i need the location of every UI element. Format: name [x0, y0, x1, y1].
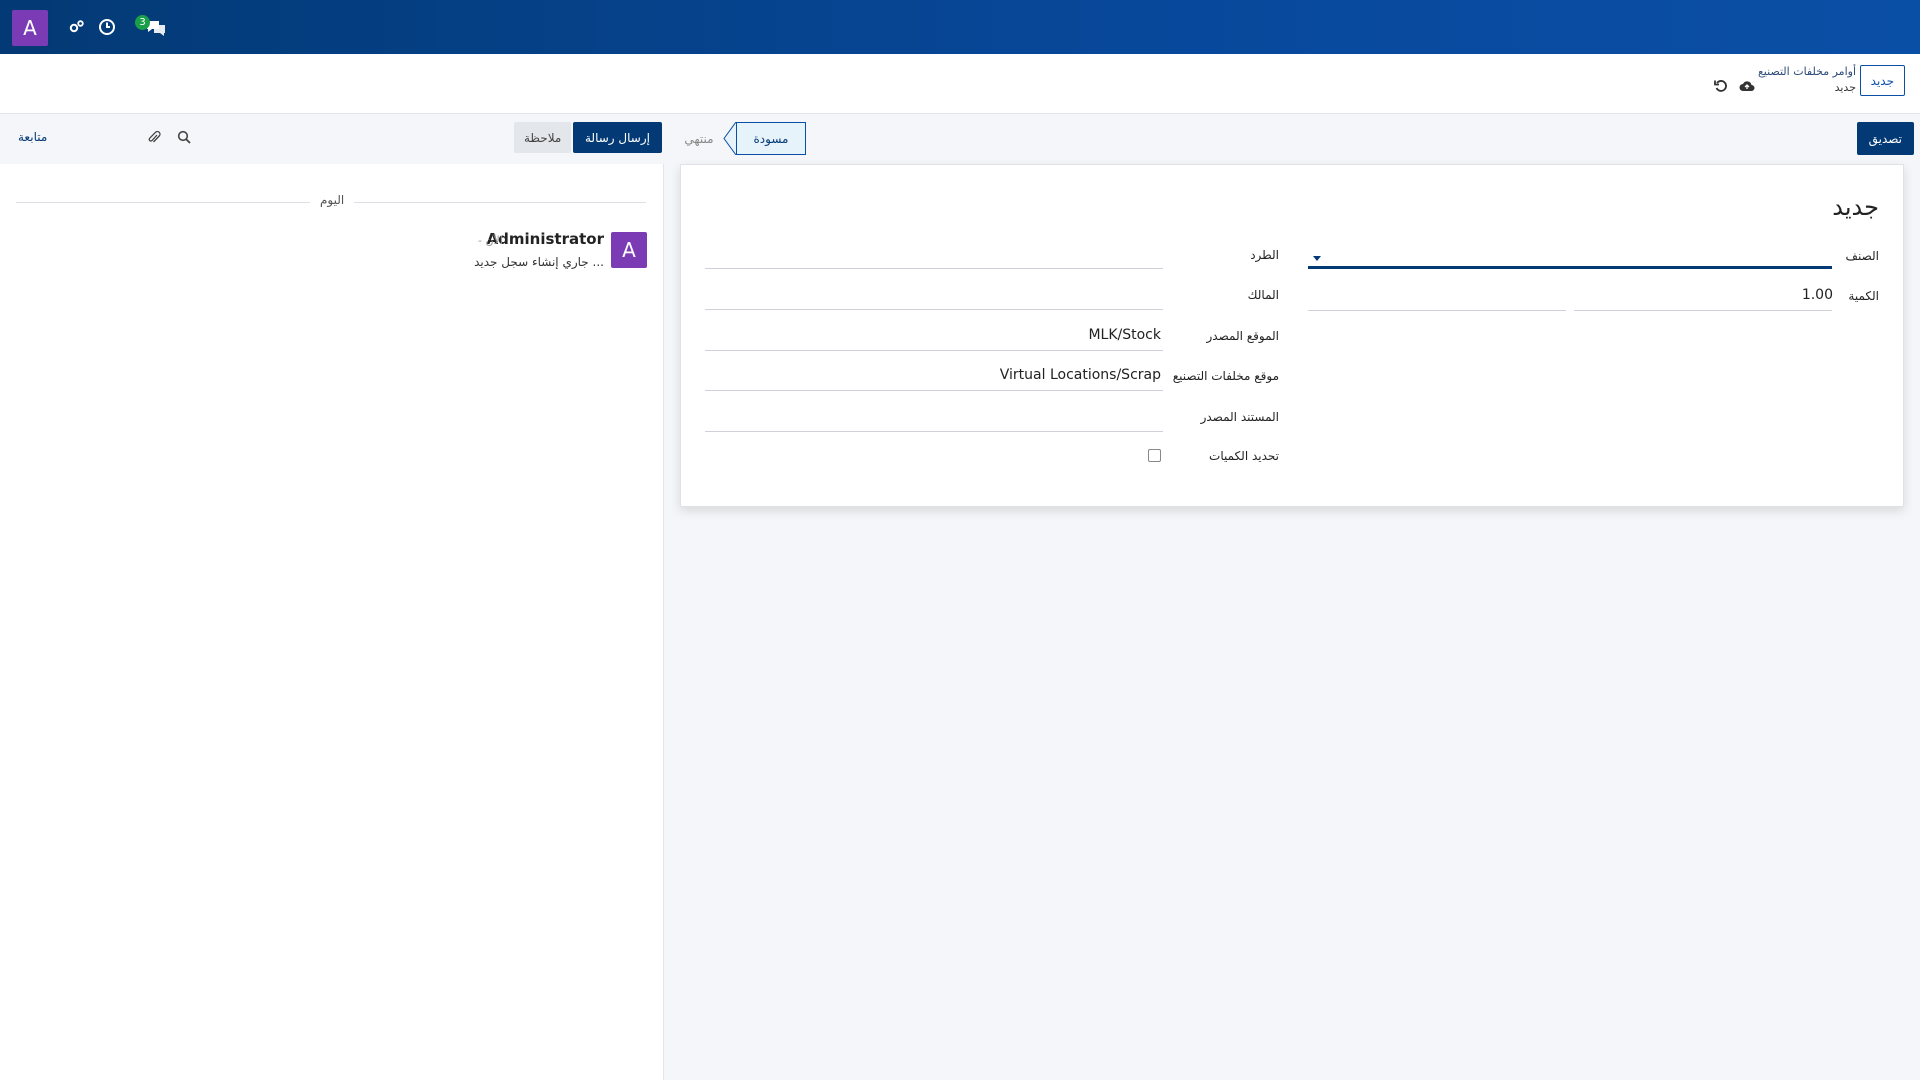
chatter-topbar: إرسال رسالة ملاحظة متابعة	[0, 114, 664, 164]
scrap-location-input[interactable]: Virtual Locations/Scrap	[1000, 367, 1161, 383]
chatter-panel: إرسال رسالة ملاحظة متابعة اليوم A Admini…	[0, 114, 664, 1080]
chevron-down-icon[interactable]	[1313, 256, 1321, 261]
confirm-button[interactable]: تصديق	[1856, 122, 1914, 155]
product-field[interactable]	[1308, 266, 1832, 269]
package-label: الطرد	[1250, 248, 1279, 262]
follow-button[interactable]: متابعة	[18, 130, 47, 144]
clock-icon[interactable]	[96, 16, 118, 38]
owner-field[interactable]	[705, 309, 1163, 310]
day-separator-label: اليوم	[310, 193, 355, 207]
scrap-location-line	[705, 390, 1163, 391]
control-panel: جديد أوامر مخلفات التصنيع جديد	[0, 54, 1920, 114]
owner-label: المالك	[1247, 288, 1279, 302]
quantity-field-line	[1574, 310, 1832, 311]
source-document-label: المستند المصدر	[1200, 410, 1279, 424]
new-button[interactable]: جديد	[1859, 65, 1905, 96]
product-label: الصنف	[1845, 249, 1879, 263]
send-message-button[interactable]: إرسال رسالة	[573, 122, 662, 153]
message-body: جاري إنشاء سجل جديد ...	[474, 255, 604, 269]
breadcrumb-current: جديد	[1834, 81, 1856, 94]
user-avatar[interactable]: A	[12, 10, 48, 46]
stage-draft[interactable]: مسودة	[736, 122, 806, 155]
set-quantities-label: تحديد الكميات	[1209, 449, 1279, 463]
quantity-label: الكمية	[1848, 289, 1879, 303]
status-bar: تصديق منتهي مسودة	[664, 114, 1920, 164]
top-navbar: A 3	[0, 0, 1920, 54]
message-author[interactable]: Administrator	[487, 230, 604, 248]
message-author-avatar[interactable]: A	[611, 232, 647, 268]
form-sheet: جديد الصنف الكمية 1.00 الطرد المالك المو…	[680, 164, 1904, 507]
breadcrumb-parent-link[interactable]: أوامر مخلفات التصنيع	[1758, 64, 1856, 80]
log-note-button[interactable]: ملاحظة	[514, 122, 572, 153]
source-location-input[interactable]: MLK/Stock	[1088, 327, 1161, 343]
save-cloud-icon[interactable]	[1738, 77, 1756, 95]
source-location-line	[705, 350, 1163, 351]
chat-count-badge: 3	[135, 15, 150, 30]
form-title: جديد	[1832, 193, 1879, 221]
set-quantities-checkbox[interactable]	[1148, 449, 1161, 462]
package-field[interactable]	[705, 268, 1163, 269]
settings-icon[interactable]	[66, 16, 88, 38]
uom-field[interactable]	[1308, 310, 1566, 311]
search-icon[interactable]	[175, 128, 193, 146]
discard-icon[interactable]	[1712, 77, 1730, 95]
quantity-input[interactable]: 1.00	[1802, 287, 1833, 303]
message-time: - الآن	[478, 234, 503, 247]
paperclip-icon[interactable]	[145, 128, 163, 146]
source-document-field[interactable]	[705, 431, 1163, 432]
scrap-location-label: موقع مخلفات التصنيع	[1172, 369, 1279, 383]
breadcrumb: أوامر مخلفات التصنيع جديد	[1758, 64, 1856, 96]
source-location-label: الموقع المصدر	[1206, 329, 1280, 343]
